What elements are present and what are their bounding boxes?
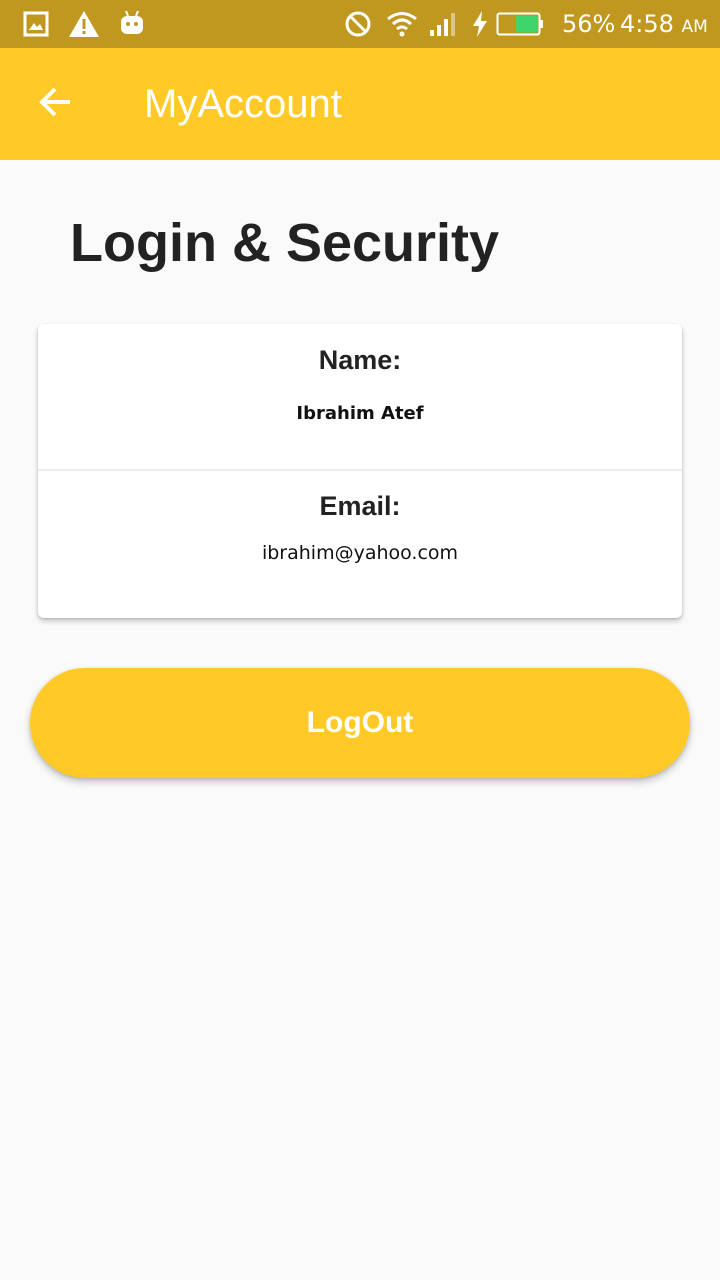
do-not-disturb-icon: [344, 10, 372, 38]
account-info-card: Name: Ibrahim Atef Email: ibrahim@yahoo.…: [38, 324, 682, 618]
arrow-back-icon: [36, 82, 76, 127]
logout-button[interactable]: LogOut: [30, 668, 690, 778]
clock-suffix: AM: [681, 17, 708, 37]
android-icon: [118, 8, 146, 36]
page-heading: Login & Security: [70, 213, 500, 273]
email-label: Email:: [319, 491, 401, 521]
battery-icon: [496, 12, 544, 36]
clock-time: 4:58: [620, 10, 674, 38]
image-icon: [22, 10, 50, 38]
charging-icon: [470, 10, 490, 38]
app-bar: MyAccount: [0, 48, 720, 160]
app-title: MyAccount: [144, 82, 342, 126]
status-bar: 56% 4:58 AM: [0, 0, 720, 48]
clock: 4:58 AM: [620, 8, 708, 43]
signal-icon: [428, 10, 456, 38]
email-value: ibrahim@yahoo.com: [261, 542, 459, 564]
back-button[interactable]: [24, 72, 88, 136]
name-label: Name:: [318, 345, 402, 375]
battery-percent: 56%: [562, 10, 616, 38]
name-section: Name: Ibrahim Atef: [38, 324, 682, 469]
wifi-icon: [386, 10, 418, 38]
email-section: Email: ibrahim@yahoo.com: [38, 470, 682, 618]
warning-icon: [68, 10, 100, 38]
name-value: Ibrahim Atef: [296, 403, 424, 424]
